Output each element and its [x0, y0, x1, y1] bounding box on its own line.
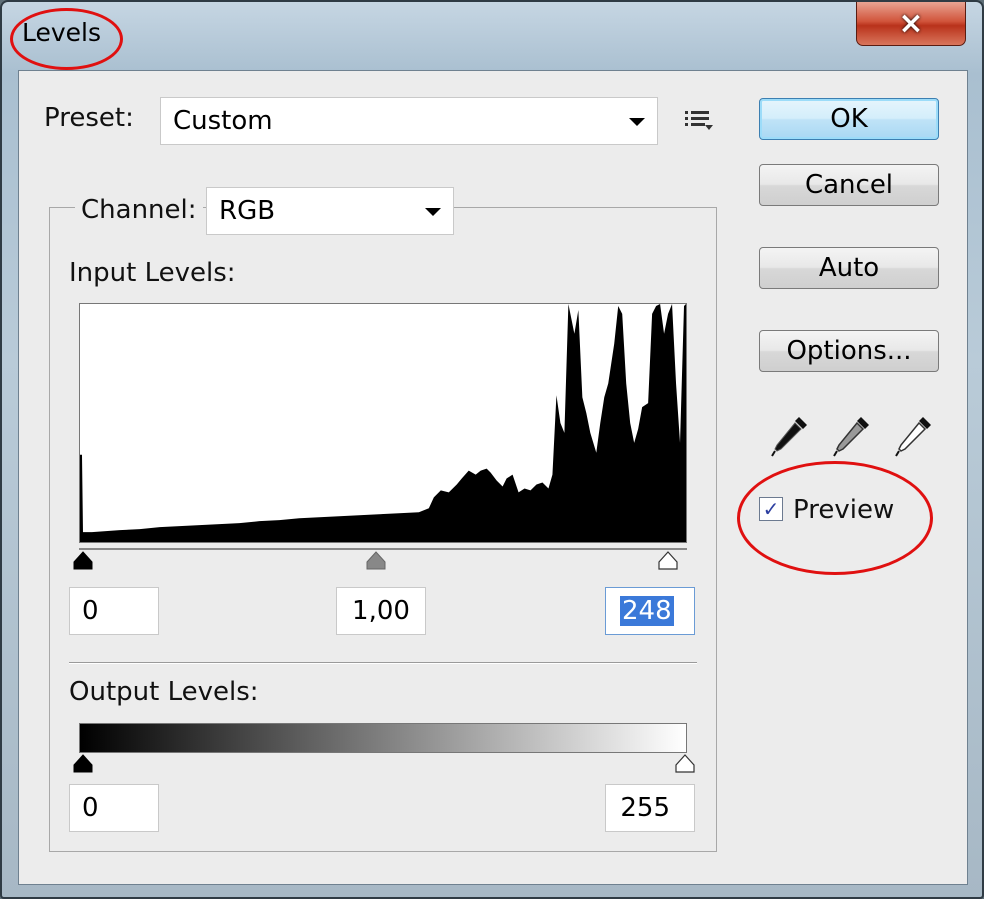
- cancel-button[interactable]: Cancel: [759, 164, 939, 206]
- preset-options-menu-icon[interactable]: [683, 105, 717, 135]
- channel-value: RGB: [219, 196, 276, 226]
- preview-highlight-circle: [737, 461, 933, 575]
- input-white-value: 248: [620, 596, 674, 626]
- input-gamma-handle[interactable]: [365, 550, 387, 570]
- input-levels-label: Input Levels:: [69, 258, 236, 288]
- white-eyedropper-icon[interactable]: [893, 411, 937, 459]
- output-white-handle[interactable]: [674, 753, 696, 773]
- output-black-handle[interactable]: [72, 753, 94, 773]
- ok-button[interactable]: OK: [759, 98, 939, 140]
- gray-eyedropper-icon[interactable]: [831, 411, 875, 459]
- input-white-field[interactable]: 248: [605, 587, 695, 635]
- auto-button[interactable]: Auto: [759, 247, 939, 289]
- output-gradient-bar: [79, 723, 687, 753]
- input-white-point-handle[interactable]: [657, 550, 679, 570]
- separator: [69, 662, 697, 664]
- options-button[interactable]: Options...: [759, 330, 939, 372]
- input-black-point-handle[interactable]: [72, 550, 94, 570]
- title-highlight-circle: [10, 8, 123, 70]
- output-black-field[interactable]: 0: [69, 784, 159, 832]
- preset-label: Preset:: [44, 103, 134, 133]
- channel-dropdown[interactable]: RGB: [206, 187, 454, 235]
- dialog-body: Preset: Custom Channel: RGB Input Levels…: [18, 70, 968, 885]
- output-levels-label: Output Levels:: [69, 677, 259, 707]
- close-button[interactable]: ×: [856, 2, 966, 46]
- input-black-field[interactable]: 0: [69, 587, 159, 635]
- histogram: [79, 303, 687, 543]
- chevron-down-icon: [629, 118, 645, 126]
- levels-dialog: Levels × Preset: Custom Channel: RGB Inp…: [0, 0, 984, 899]
- input-gamma-field[interactable]: 1,00: [336, 587, 426, 635]
- black-eyedropper-icon[interactable]: [769, 411, 813, 459]
- output-white-field[interactable]: 255: [605, 784, 695, 832]
- preset-dropdown[interactable]: Custom: [160, 97, 658, 145]
- channel-label: Channel:: [75, 195, 203, 225]
- chevron-down-icon: [425, 208, 441, 216]
- histogram-bars: [80, 304, 686, 542]
- preset-value: Custom: [173, 106, 273, 136]
